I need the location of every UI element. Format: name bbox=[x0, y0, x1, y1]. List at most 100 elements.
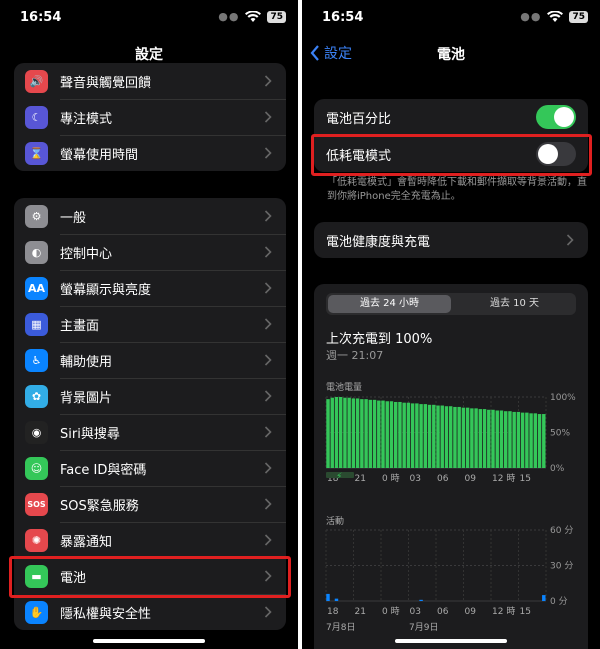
chart-bar bbox=[529, 413, 533, 468]
x-tick-label: 0 時 bbox=[382, 473, 400, 484]
status-bar: 16:54 ●● 75 bbox=[20, 10, 286, 28]
chart-bar bbox=[398, 401, 402, 468]
home-indicator[interactable] bbox=[395, 639, 507, 643]
chart-bar bbox=[470, 408, 474, 468]
x-tick-label: 0 時 bbox=[382, 606, 400, 617]
chart-bar bbox=[465, 407, 470, 468]
x-tick-label: 12 時 bbox=[492, 606, 515, 617]
chart-bar bbox=[402, 402, 406, 468]
x-tick-label: 03 bbox=[410, 474, 421, 484]
chart-bar bbox=[512, 411, 516, 468]
flower-icon: ✿ bbox=[25, 384, 48, 408]
chart-bar bbox=[491, 409, 495, 468]
chart-bar bbox=[448, 406, 453, 468]
settings-item-label: SOS緊急服務 bbox=[60, 498, 139, 514]
chart-bar bbox=[393, 401, 398, 468]
chart-bar bbox=[542, 414, 546, 468]
wifi-icon bbox=[547, 10, 564, 22]
settings-item[interactable]: SOS SOS緊急服務 bbox=[14, 486, 286, 522]
chart-bar bbox=[533, 413, 538, 468]
chart-bar bbox=[537, 414, 542, 468]
settings-item[interactable]: AA 螢幕顯示與亮度 bbox=[14, 270, 286, 306]
chart-bar bbox=[406, 402, 411, 468]
chart-bar bbox=[326, 399, 330, 468]
chart-bar bbox=[432, 404, 436, 468]
battery-health-row[interactable]: 電池健康度與充電 bbox=[314, 222, 588, 258]
date-label: 7月9日 bbox=[409, 622, 438, 633]
settings-item[interactable]: ✿ 背景圖片 bbox=[14, 378, 286, 414]
x-tick-label: 21 bbox=[355, 474, 366, 484]
settings-item-label: 主畫面 bbox=[60, 318, 100, 334]
home-indicator[interactable] bbox=[93, 639, 205, 643]
battery-percentage-row: 電池百分比 bbox=[314, 99, 588, 135]
battery-percentage-label: 電池百分比 bbox=[326, 111, 392, 127]
chart-bar bbox=[330, 397, 334, 468]
y-tick-label: 60 分 bbox=[550, 525, 573, 536]
chart-bar bbox=[351, 398, 356, 468]
signal-icon: ●● bbox=[520, 10, 542, 23]
chart-bar bbox=[453, 406, 457, 468]
chevron-right-icon bbox=[264, 147, 272, 159]
x-tick-label: 06 bbox=[437, 474, 449, 484]
chart-bar bbox=[419, 404, 423, 468]
settings-item[interactable]: ✋ 隱私權與安全性 bbox=[14, 594, 286, 630]
status-time: 16:54 bbox=[20, 10, 62, 25]
chevron-right-icon bbox=[264, 354, 272, 366]
battery-indicator: 75 bbox=[569, 10, 588, 23]
battery-percentage-toggle[interactable] bbox=[536, 105, 576, 129]
chevron-right-icon bbox=[264, 498, 272, 510]
x-tick-label: 15 bbox=[520, 474, 531, 484]
hourglass-icon: ⌛ bbox=[25, 141, 48, 165]
face-id-icon: ☺ bbox=[25, 456, 48, 480]
settings-item-label: 輔助使用 bbox=[60, 354, 113, 370]
settings-item[interactable]: ▦ 主畫面 bbox=[14, 306, 286, 342]
chart-bar bbox=[372, 399, 377, 468]
chart-bar bbox=[474, 408, 478, 468]
x-tick-label: 18 bbox=[327, 607, 339, 617]
low-power-footer: 「低耗電模式」會暫時降低下載和郵件擷取等背景活動，直到你將iPhone完全充電為… bbox=[327, 177, 587, 202]
x-tick-label: 06 bbox=[437, 607, 449, 617]
settings-item[interactable]: ⚙ 一般 bbox=[14, 198, 286, 234]
chevron-right-icon bbox=[264, 282, 272, 294]
battery-panel: 16:54 ●● 75 設定 電池 電池百分比 低耗電模式 「低耗電模式」會暫時… bbox=[302, 0, 600, 649]
usage-charts: 100% 50% 0% 18 21 0 時 03 06 09 12 時 15 ⚡ 60 分 30 分 0 分… bbox=[325, 393, 576, 633]
settings-item[interactable]: 🔊 聲音與觸覺回饋 bbox=[14, 63, 286, 99]
signal-icon: ●● bbox=[218, 10, 240, 23]
chevron-right-icon bbox=[264, 534, 272, 546]
settings-item-label: 螢幕顯示與亮度 bbox=[60, 282, 152, 298]
settings-item[interactable]: ☺ Face ID與密碼 bbox=[14, 450, 286, 486]
chart-bar bbox=[457, 406, 461, 468]
chevron-right-icon bbox=[264, 210, 272, 222]
gear-icon: ⚙ bbox=[25, 204, 48, 228]
battery-indicator: 75 bbox=[267, 10, 286, 23]
hand-icon: ✋ bbox=[25, 600, 48, 624]
page-title: 設定 bbox=[135, 47, 163, 63]
chart-bar bbox=[334, 397, 339, 468]
settings-item[interactable]: ◉ Siri與搜尋 bbox=[14, 414, 286, 450]
status-bar: 16:54 ●● 75 bbox=[322, 10, 588, 28]
date-label: 7月8日 bbox=[326, 622, 355, 633]
x-tick-label: 03 bbox=[410, 607, 421, 617]
chart-bar bbox=[364, 399, 368, 468]
y-tick-label: 0% bbox=[550, 464, 565, 474]
settings-item[interactable]: ☾ 專注模式 bbox=[14, 99, 286, 135]
chevron-right-icon bbox=[566, 234, 574, 246]
settings-item[interactable]: ⌛ 螢幕使用時間 bbox=[14, 135, 286, 171]
wifi-icon bbox=[245, 10, 262, 22]
settings-item[interactable]: ♿ 輔助使用 bbox=[14, 342, 286, 378]
settings-item[interactable]: ◐ 控制中心 bbox=[14, 234, 286, 270]
moon-icon: ☾ bbox=[25, 105, 48, 129]
settings-item[interactable]: ✺ 暴露通知 bbox=[14, 522, 286, 558]
grid-icon: ▦ bbox=[25, 312, 48, 336]
settings-item-label: 一般 bbox=[60, 210, 87, 226]
battery-health-label: 電池健康度與充電 bbox=[326, 234, 431, 250]
toggle-knob bbox=[554, 107, 574, 127]
chevron-right-icon bbox=[264, 390, 272, 402]
chart-bar bbox=[487, 409, 491, 468]
battery-health-group[interactable]: 電池健康度與充電 bbox=[314, 222, 588, 258]
settings-item-label: Face ID與密碼 bbox=[60, 462, 147, 478]
chart-bar bbox=[503, 411, 508, 468]
settings-item-label: 背景圖片 bbox=[60, 390, 113, 406]
settings-panel: 16:54 ●● 75 設定 🔊 聲音與觸覺回饋 ☾ 專注模式 ⌛ 螢幕使用時間 ⚙ 一般 ◐… bbox=[0, 0, 298, 649]
switches-icon: ◐ bbox=[25, 240, 48, 264]
